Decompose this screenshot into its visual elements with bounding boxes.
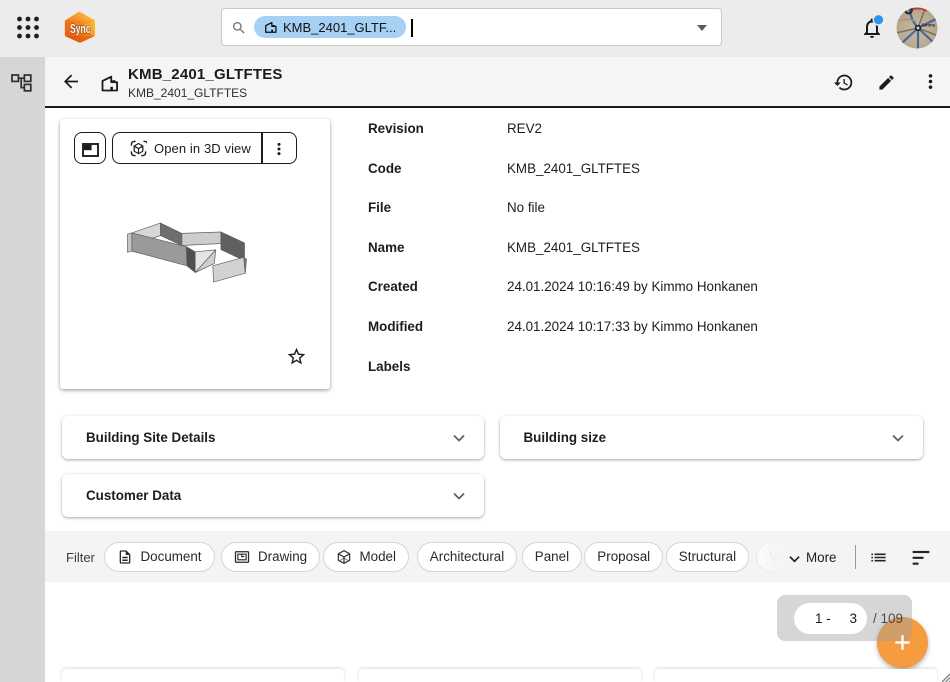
- svg-text:Sync: Sync: [70, 22, 91, 36]
- svg-text:Girona: Girona: [922, 23, 936, 28]
